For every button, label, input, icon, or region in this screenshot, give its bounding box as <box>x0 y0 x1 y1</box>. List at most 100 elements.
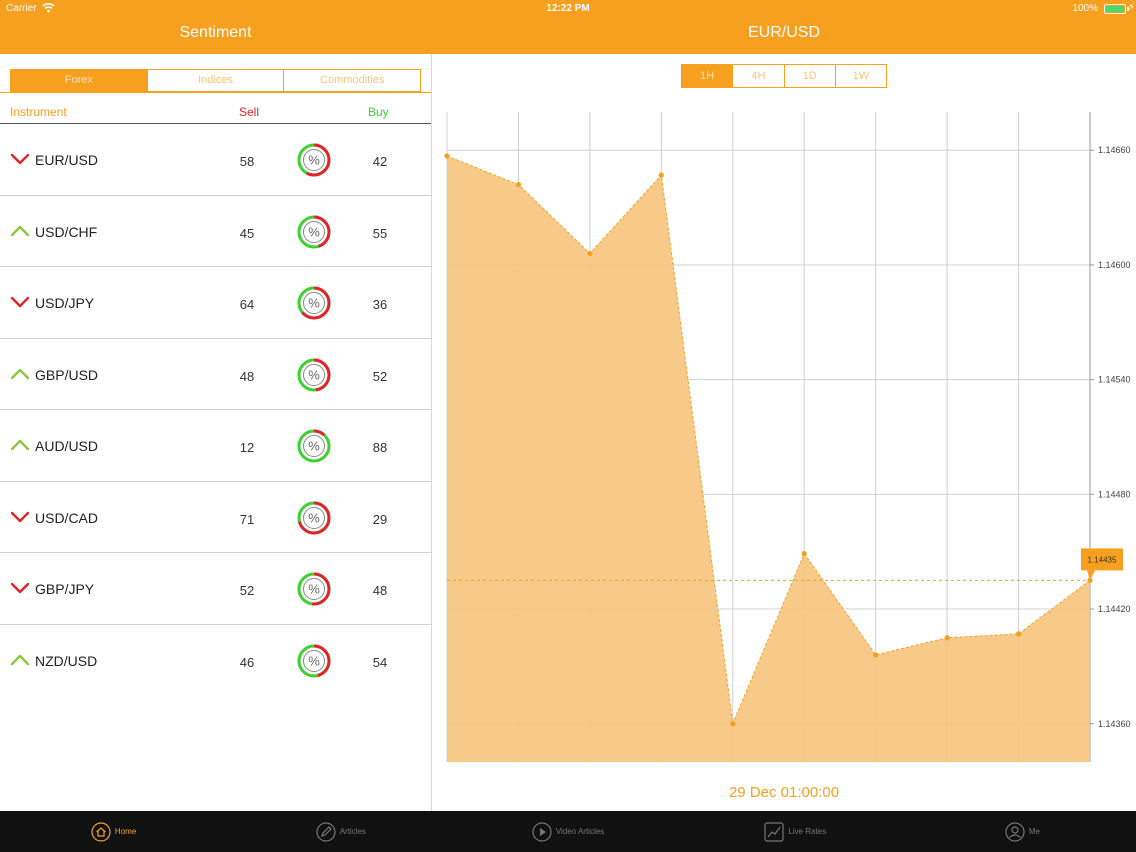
price-point[interactable] <box>944 635 950 641</box>
category-tab-indices[interactable]: Indices <box>146 70 284 91</box>
sentiment-donut: % <box>297 429 331 463</box>
sell-column-header: Sell <box>239 105 260 119</box>
instrument-row[interactable]: USD/CAD 71 29% <box>0 482 431 553</box>
timeframe-1w[interactable]: 1W <box>834 65 886 87</box>
buy-percent: 29 <box>372 511 388 527</box>
sentiment-donut: % <box>297 644 331 677</box>
price-point[interactable] <box>1015 631 1022 637</box>
instrument-name: GBP/JPY <box>35 581 95 597</box>
donut-symbol: % <box>308 296 320 311</box>
play-icon <box>532 821 552 842</box>
instrument-row[interactable]: NZD/USD 46 54% <box>0 625 431 697</box>
donut-symbol: % <box>308 653 320 668</box>
sell-percent: 12 <box>239 440 255 455</box>
instrument-name: EUR/USD <box>35 152 99 168</box>
tab-label: Live Rates <box>788 827 827 836</box>
sentiment-donut: % <box>297 572 331 606</box>
donut-symbol: % <box>308 367 320 382</box>
buy-percent: 54 <box>372 654 388 670</box>
price-point[interactable] <box>587 250 593 257</box>
price-point[interactable] <box>658 172 664 178</box>
category-tab-commodities[interactable]: Commodities <box>283 70 420 91</box>
sell-percent: 52 <box>239 583 255 598</box>
user-icon <box>1005 821 1025 842</box>
category-tab-forex[interactable]: Forex <box>11 70 147 91</box>
tab-home[interactable]: Home <box>0 811 227 852</box>
timeframe-segmented-control: 1H 4H 1D 1W <box>681 64 887 88</box>
charging-icon: ⚡ <box>1127 2 1135 13</box>
price-point[interactable] <box>730 721 736 727</box>
tab-video-articles[interactable]: Video Articles <box>454 811 681 852</box>
tab-live-rates[interactable]: Live Rates <box>682 811 909 852</box>
sentiment-title: Sentiment <box>179 24 252 41</box>
y-tick-label: 1.14480 <box>1098 489 1131 499</box>
chart-date: 29 Dec 01:00:00 <box>728 784 840 801</box>
timeframe-4h[interactable]: 4H <box>732 65 783 87</box>
instrument-name: NZD/USD <box>35 652 98 669</box>
tab-label: Articles <box>339 827 366 836</box>
donut-symbol: % <box>308 224 320 239</box>
battery-percent: 100% <box>1072 3 1098 14</box>
battery-icon <box>1104 4 1126 14</box>
instrument-name: USD/JPY <box>35 295 95 311</box>
sentiment-donut: % <box>297 358 331 391</box>
sell-percent: 48 <box>239 368 255 384</box>
pair-title: EUR/USD <box>747 24 820 41</box>
price-point[interactable] <box>444 153 450 159</box>
tab-me[interactable]: Me <box>909 811 1136 852</box>
app-root: Carrier 12:22 PM 100% ⚡ Sentiment EUR/US… <box>0 0 1136 852</box>
buy-percent: 55 <box>372 225 388 241</box>
clock: 12:22 PM <box>546 3 590 14</box>
instrument-row[interactable]: EUR/USD 58 42% <box>0 124 431 196</box>
sell-percent: 64 <box>239 297 255 312</box>
sentiment-donut: % <box>297 143 331 177</box>
trend-down-icon <box>10 582 30 594</box>
price-area <box>447 155 1090 762</box>
trend-down-icon <box>10 153 30 165</box>
donut-symbol: % <box>308 582 320 597</box>
trend-up-icon <box>10 654 30 665</box>
instrument-name: USD/CAD <box>35 509 99 526</box>
instrument-row[interactable]: USD/CHF 45 55% <box>0 196 431 267</box>
instrument-row[interactable]: GBP/USD 48 52% <box>0 339 431 410</box>
buy-percent: 36 <box>372 297 388 312</box>
price-point[interactable] <box>801 551 807 557</box>
sell-percent: 46 <box>239 654 255 670</box>
instrument-column-header: Instrument <box>10 105 67 119</box>
instrument-row[interactable]: AUD/USD 12 88% <box>0 410 431 482</box>
y-tick-label: 1.14360 <box>1098 719 1131 729</box>
price-point[interactable] <box>873 652 879 658</box>
buy-percent: 42 <box>372 154 388 169</box>
instrument-name: AUD/USD <box>35 438 99 454</box>
trend-down-icon <box>10 296 30 308</box>
status-bar: Carrier 12:22 PM 100% ⚡ <box>0 0 1136 17</box>
tab-bar: Home Articles Video Articles Live Rates Me <box>0 811 1136 852</box>
instrument-row[interactable]: GBP/JPY 52 48% <box>0 553 431 625</box>
instrument-row[interactable]: USD/JPY 64 36% <box>0 267 431 339</box>
donut-symbol: % <box>308 439 320 454</box>
y-tick-label: 1.14600 <box>1098 260 1131 270</box>
category-segmented-control: Forex Indices Commodities <box>10 69 421 92</box>
header: Carrier 12:22 PM 100% ⚡ Sentiment EUR/US… <box>0 0 1136 54</box>
buy-percent: 88 <box>372 440 388 455</box>
timeframe-1h[interactable]: 1H <box>682 65 733 87</box>
sentiment-donut: % <box>297 215 331 248</box>
buy-percent: 52 <box>372 368 388 384</box>
donut-symbol: % <box>308 510 320 525</box>
home-icon <box>91 821 111 842</box>
price-chart: 1.14660 1.14600 1.14540 1.14480 1.14420 1.143… <box>444 112 1131 762</box>
tab-label: Home <box>114 827 137 836</box>
segment-underline <box>0 92 431 93</box>
buy-column-header: Buy <box>368 105 389 119</box>
donut-symbol: % <box>308 153 320 168</box>
instrument-name: GBP/USD <box>35 366 99 383</box>
instrument-list: EUR/USD 58 42% USD/CHF 45 55% USD/JPY 64 36% GBP/… <box>0 124 431 696</box>
price-point[interactable] <box>515 182 522 188</box>
trend-up-icon <box>10 439 30 451</box>
buy-percent: 48 <box>372 583 388 598</box>
sell-percent: 45 <box>239 225 255 241</box>
tab-articles[interactable]: Articles <box>227 811 454 852</box>
timeframe-1d[interactable]: 1D <box>783 65 835 87</box>
y-tick-label: 1.14540 <box>1098 375 1131 385</box>
chart-icon <box>764 821 784 842</box>
